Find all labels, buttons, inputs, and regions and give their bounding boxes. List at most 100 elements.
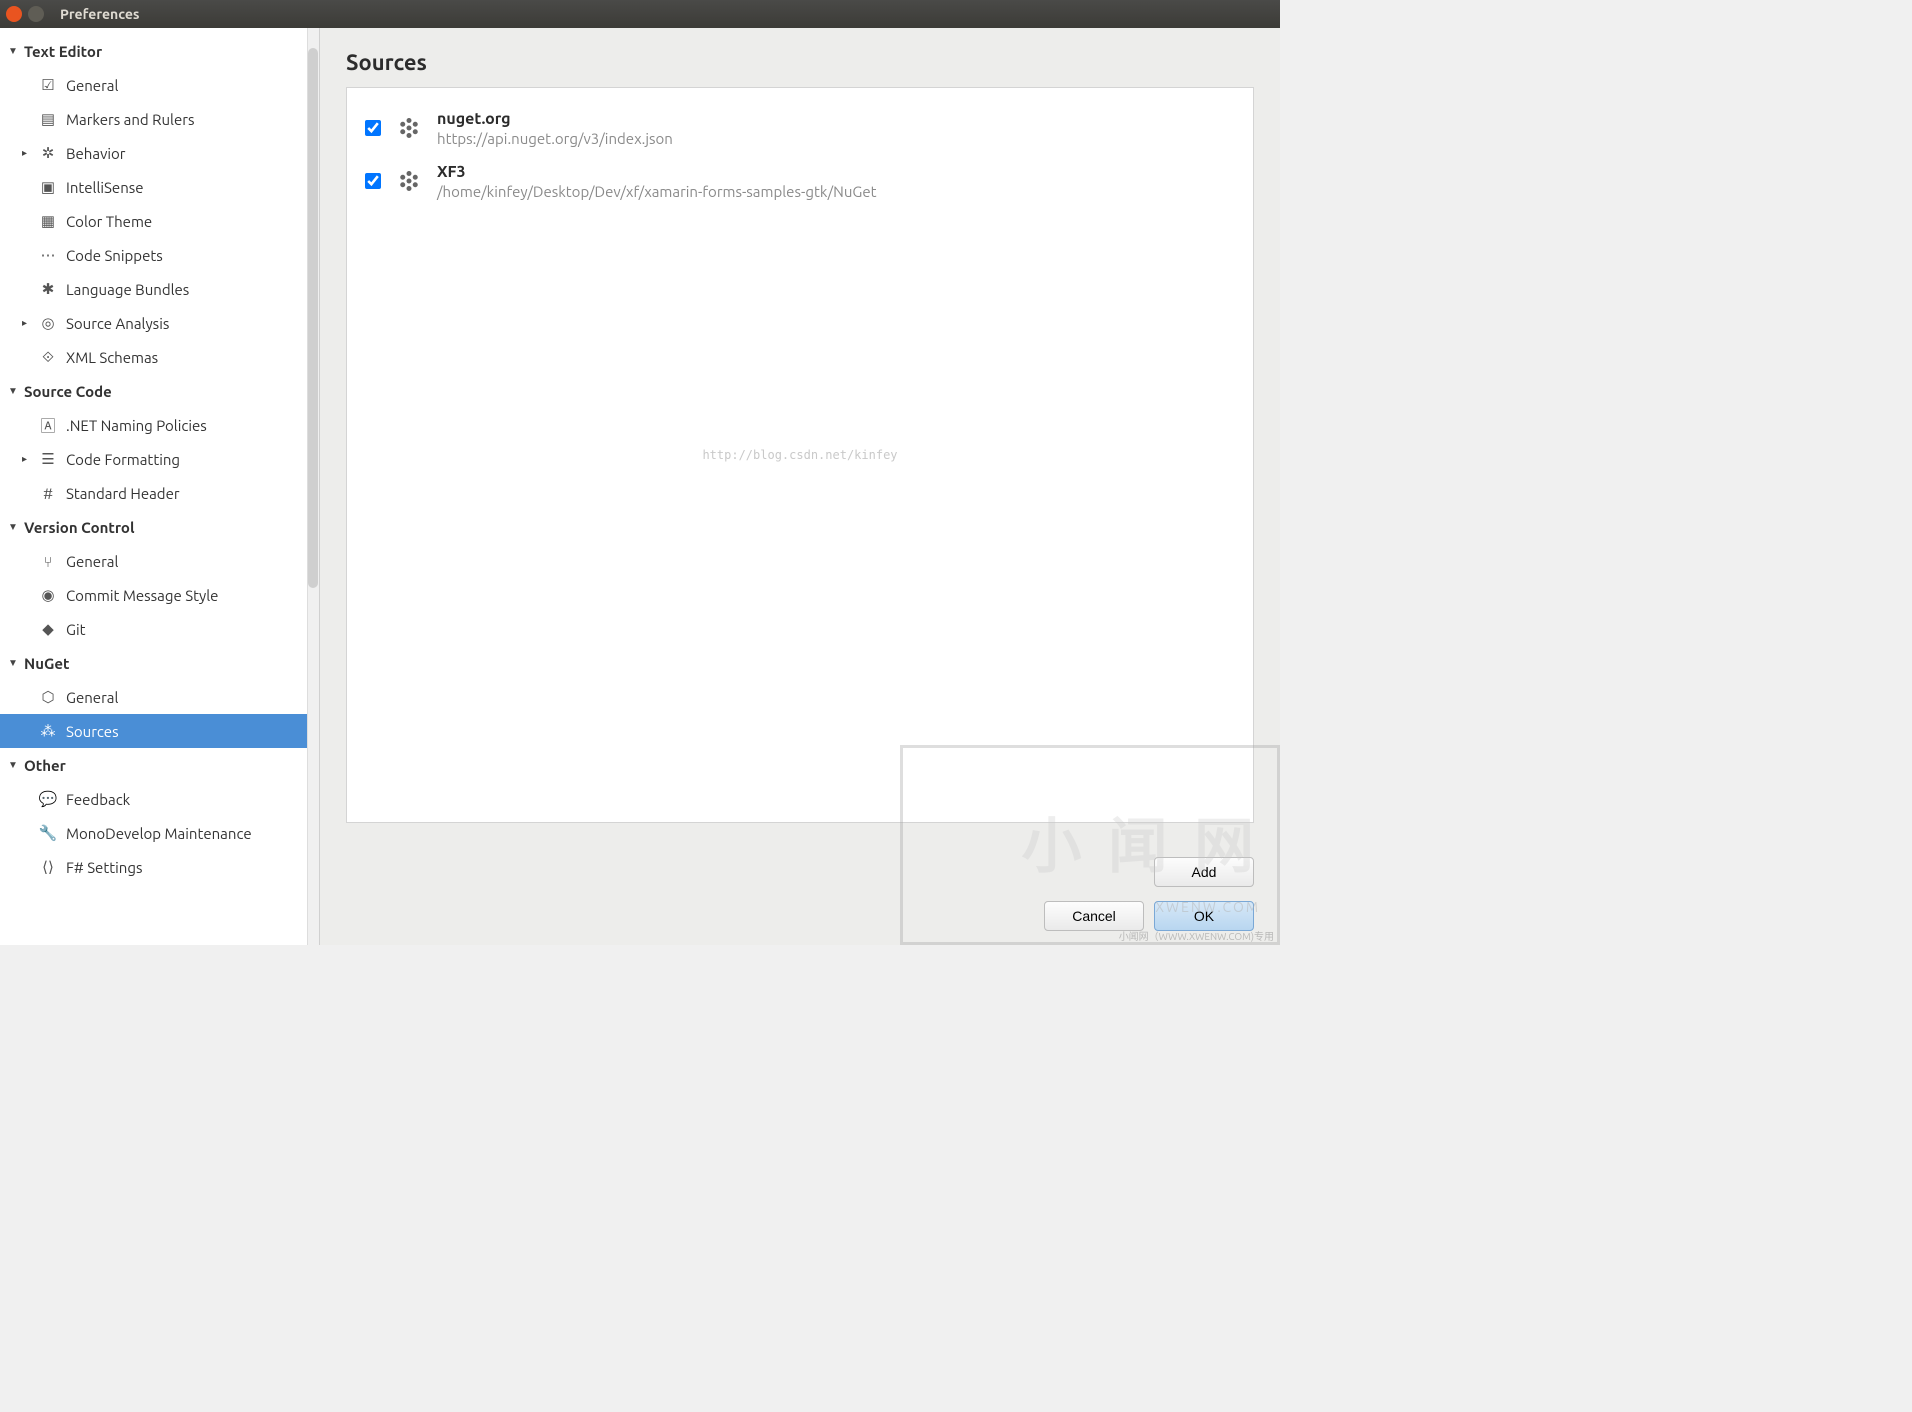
tree-item-nuget-sources[interactable]: ⁂ Sources [0, 714, 319, 748]
commit-icon: ◉ [38, 585, 58, 605]
tree-header-version-control[interactable]: ▼ Version Control [0, 510, 319, 544]
tree-item-git[interactable]: ◆ Git [0, 612, 319, 646]
tree-item-source-analysis[interactable]: ▸ ◎ Source Analysis [0, 306, 319, 340]
tree-label: Standard Header [66, 485, 180, 502]
tree-label: General [66, 689, 118, 706]
git-icon: ◆ [38, 619, 58, 639]
scrollbar[interactable] [307, 28, 319, 945]
tree-item-vc-general[interactable]: ⑂ General [0, 544, 319, 578]
tree-label: Source Analysis [66, 315, 169, 332]
fsharp-icon: ⟨⟩ [38, 857, 58, 877]
main-container: ▼ Text Editor ☑ General ▤ Markers and Ru… [0, 28, 1280, 945]
tree-label: Markers and Rulers [66, 111, 194, 128]
tree-item-markers[interactable]: ▤ Markers and Rulers [0, 102, 319, 136]
bundle-icon: ✱ [38, 279, 58, 299]
chevron-down-icon: ▼ [8, 45, 22, 57]
tree-item-behavior[interactable]: ▸ ✲ Behavior [0, 136, 319, 170]
tree-header-nuget[interactable]: ▼ NuGet [0, 646, 319, 680]
chat-icon: 💬 [38, 789, 58, 809]
chevron-down-icon: ▼ [8, 657, 22, 669]
chevron-right-icon: ▸ [22, 453, 36, 465]
source-url: /home/kinfey/Desktop/Dev/xf/xamarin-form… [437, 183, 877, 200]
source-name: XF3 [437, 163, 877, 181]
tree-item-intellisense[interactable]: ▣ IntelliSense [0, 170, 319, 204]
ok-button[interactable]: OK [1154, 901, 1254, 931]
tree-label: Code Snippets [66, 247, 163, 264]
close-icon[interactable] [6, 6, 22, 22]
tree-header-source-code[interactable]: ▼ Source Code [0, 374, 319, 408]
scrollbar-thumb[interactable] [308, 48, 318, 588]
tree-header-other[interactable]: ▼ Other [0, 748, 319, 782]
chevron-down-icon: ▼ [8, 385, 22, 397]
tree-header-text-editor[interactable]: ▼ Text Editor [0, 34, 319, 68]
package-icon: ⬡ [38, 687, 58, 707]
cluster-icon [393, 112, 425, 144]
tree-label: Version Control [24, 519, 135, 536]
chevron-down-icon: ▼ [8, 521, 22, 533]
source-row[interactable]: XF3 /home/kinfey/Desktop/Dev/xf/xamarin-… [361, 155, 1239, 208]
tree-label: Source Code [24, 383, 112, 400]
minimize-icon[interactable] [28, 6, 44, 22]
naming-icon: 🄰 [38, 415, 58, 435]
footer: Add [320, 849, 1280, 901]
tree-label: General [66, 553, 118, 570]
target-icon: ◎ [38, 313, 58, 333]
page-title: Sources [346, 50, 1254, 75]
tree-item-nuget-general[interactable]: ⬡ General [0, 680, 319, 714]
tree-label: Language Bundles [66, 281, 189, 298]
markers-icon: ▤ [38, 109, 58, 129]
tree-item-fsharp[interactable]: ⟨⟩ F# Settings [0, 850, 319, 884]
tree-label: Commit Message Style [66, 587, 218, 604]
content-panel: Sources nuget.org https://api.nuget.org/… [320, 28, 1280, 945]
tree-item-commit-style[interactable]: ◉ Commit Message Style [0, 578, 319, 612]
source-url: https://api.nuget.org/v3/index.json [437, 130, 673, 147]
gear-icon: ✲ [38, 143, 58, 163]
checkbox-icon: ☑ [38, 75, 58, 95]
tree-item-xml-schemas[interactable]: ⟐ XML Schemas [0, 340, 319, 374]
tree-label: General [66, 77, 118, 94]
source-row[interactable]: nuget.org https://api.nuget.org/v3/index… [361, 102, 1239, 155]
source-checkbox[interactable] [365, 173, 381, 189]
chevron-right-icon: ▸ [22, 147, 36, 159]
source-name: nuget.org [437, 110, 673, 128]
tree-label: .NET Naming Policies [66, 417, 207, 434]
chevron-right-icon: ▸ [22, 317, 36, 329]
intellisense-icon: ▣ [38, 177, 58, 197]
tree-item-language-bundles[interactable]: ✱ Language Bundles [0, 272, 319, 306]
tree-label: IntelliSense [66, 179, 144, 196]
tree-item-monodevelop-maint[interactable]: 🔧 MonoDevelop Maintenance [0, 816, 319, 850]
tree-item-code-snippets[interactable]: ⋯ Code Snippets [0, 238, 319, 272]
chevron-down-icon: ▼ [8, 759, 22, 771]
tree-label: Sources [66, 723, 119, 740]
footer-actions: Cancel OK [320, 901, 1280, 945]
tree-item-general-editor[interactable]: ☑ General [0, 68, 319, 102]
header-icon: # [38, 483, 58, 503]
preferences-tree[interactable]: ▼ Text Editor ☑ General ▤ Markers and Ru… [0, 28, 320, 945]
tree-item-feedback[interactable]: 💬 Feedback [0, 782, 319, 816]
snippets-icon: ⋯ [38, 245, 58, 265]
wrench-icon: 🔧 [38, 823, 58, 843]
source-checkbox[interactable] [365, 120, 381, 136]
tree-label: Color Theme [66, 213, 152, 230]
watermark-text: http://blog.csdn.net/kinfey [702, 448, 897, 462]
tree-label: Feedback [66, 791, 130, 808]
tree-label: Behavior [66, 145, 126, 162]
branch-icon: ⑂ [38, 551, 58, 571]
tree-item-standard-header[interactable]: # Standard Header [0, 476, 319, 510]
content-header: Sources [320, 28, 1280, 87]
tree-item-net-naming[interactable]: 🄰 .NET Naming Policies [0, 408, 319, 442]
cluster-icon [393, 165, 425, 197]
tree-label: MonoDevelop Maintenance [66, 825, 252, 842]
theme-icon: ▦ [38, 211, 58, 231]
tree-item-color-theme[interactable]: ▦ Color Theme [0, 204, 319, 238]
add-button[interactable]: Add [1154, 857, 1254, 887]
tree-label: Text Editor [24, 43, 102, 60]
tree-item-code-formatting[interactable]: ▸ ☰ Code Formatting [0, 442, 319, 476]
sources-list: nuget.org https://api.nuget.org/v3/index… [346, 87, 1254, 823]
tree-label: Code Formatting [66, 451, 180, 468]
xml-icon: ⟐ [38, 347, 58, 367]
format-icon: ☰ [38, 449, 58, 469]
tree-label: F# Settings [66, 859, 142, 876]
cancel-button[interactable]: Cancel [1044, 901, 1144, 931]
tree-label: NuGet [24, 655, 69, 672]
